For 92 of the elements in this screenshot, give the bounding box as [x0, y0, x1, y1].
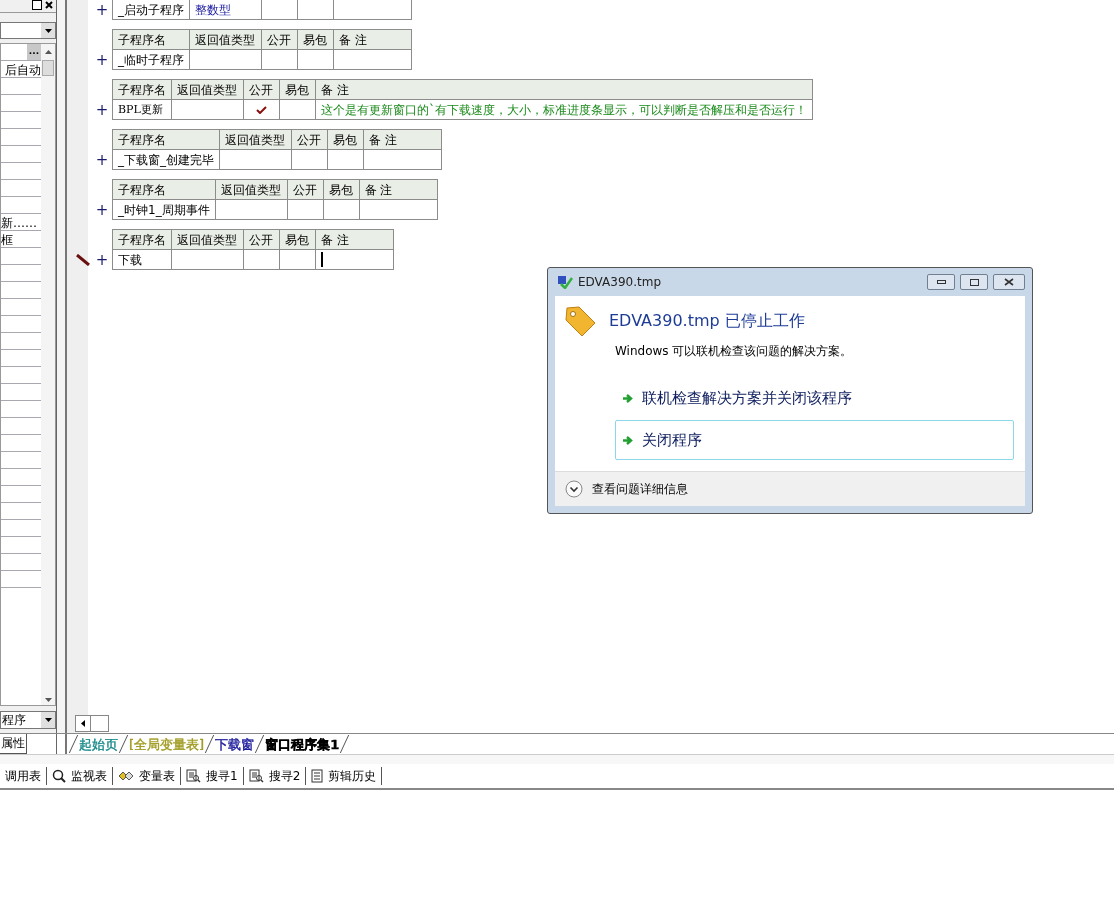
command-link[interactable]: 关闭程序	[615, 420, 1014, 460]
scroll-left-icon	[81, 719, 85, 727]
table-cell: _启动子程序	[112, 0, 190, 20]
check-icon	[256, 106, 267, 114]
column-header: 返回值类型	[171, 229, 244, 250]
table-cell: _时钟1_周期事件	[112, 199, 216, 220]
table-cell: 下载	[112, 249, 172, 270]
arrow-icon	[622, 434, 634, 446]
column-header: 公开	[243, 79, 280, 100]
object-combo[interactable]	[0, 22, 56, 39]
column-header: 易包	[327, 129, 364, 150]
document-icon	[311, 769, 324, 783]
scroll-down-icon	[44, 698, 52, 702]
maximize-button[interactable]	[32, 0, 42, 10]
type-combo[interactable]: 程序	[0, 711, 56, 729]
expand-button[interactable]: +	[95, 102, 109, 118]
expand-button[interactable]: +	[95, 52, 109, 68]
toolbar-button[interactable]: 监视表	[47, 767, 113, 785]
text-cursor	[321, 252, 323, 267]
table-cell	[297, 49, 334, 70]
column-header: 返回值类型	[189, 29, 262, 50]
column-header: 备 注	[363, 129, 442, 150]
table-cell: _临时子程序	[112, 49, 190, 70]
column-header: 子程序名	[112, 79, 172, 100]
expand-button[interactable]: +	[95, 252, 109, 268]
properties-tab[interactable]: 属性	[0, 734, 27, 754]
table-cell: _下载窗_创建完毕	[112, 149, 220, 170]
diamonds-icon	[118, 771, 134, 781]
column-header: 易包	[279, 79, 316, 100]
column-header: 返回值类型	[215, 179, 288, 200]
expand-button[interactable]: +	[95, 152, 109, 168]
dropdown-arrow-icon	[44, 28, 52, 33]
toolbar-button[interactable]: 搜寻2	[243, 767, 307, 785]
column-header: 易包	[323, 179, 360, 200]
command-link[interactable]: 联机检查解决方案并关闭该程序	[615, 378, 1014, 418]
toolbar-button[interactable]: 变量表	[113, 767, 181, 785]
close-button[interactable]	[993, 274, 1025, 290]
search-icon	[52, 769, 66, 783]
document-tab[interactable]: 下载窗	[214, 734, 256, 754]
tag-icon	[563, 304, 597, 338]
toolbar-button[interactable]: 剪辑历史	[306, 767, 383, 785]
dialog-title: EDVA390.tmp	[578, 274, 661, 291]
table-cell: 整数型	[189, 0, 262, 20]
close-icon[interactable]	[44, 0, 54, 10]
column-header: 返回值类型	[171, 79, 244, 100]
scrollbar-thumb[interactable]	[42, 60, 54, 76]
table-cell: BPL更新	[112, 99, 172, 120]
column-header: 备 注	[359, 179, 438, 200]
ellipsis-button[interactable]: ...	[27, 44, 41, 60]
arrow-icon	[622, 392, 634, 404]
column-header: 返回值类型	[219, 129, 292, 150]
column-header: 公开	[243, 229, 280, 250]
column-header: 子程序名	[112, 229, 172, 250]
column-header: 易包	[279, 229, 316, 250]
column-header: 子程序名	[112, 29, 190, 50]
column-header: 备 注	[315, 229, 394, 250]
close-icon	[1004, 278, 1014, 286]
document-tab[interactable]: 窗口程序集1	[264, 734, 341, 754]
find-icon	[248, 769, 264, 783]
horizontal-scrollbar[interactable]	[75, 714, 109, 732]
table-cell	[327, 149, 364, 170]
vertical-scrollbar[interactable]	[41, 44, 55, 705]
details-toggle[interactable]: 查看问题详细信息	[592, 480, 688, 498]
column-header: 公开	[291, 129, 328, 150]
column-header: 公开	[261, 29, 298, 50]
property-value: 新……	[1, 216, 37, 230]
property-value: 框	[1, 233, 13, 247]
column-header: 易包	[297, 29, 334, 50]
scroll-up-icon	[44, 50, 52, 54]
table-cell	[323, 199, 360, 220]
document-tab[interactable]: 起始页	[78, 734, 119, 754]
splitter[interactable]	[57, 0, 67, 733]
table-cell: 这个是有更新窗口的`有下载速度，大小，标准进度条显示，可以判断是否解压和是否运行！	[315, 99, 813, 120]
column-header: 公开	[287, 179, 324, 200]
app-icon	[557, 275, 573, 289]
dropdown-arrow-icon	[44, 718, 52, 722]
toolbar-button[interactable]: 搜寻1	[181, 767, 244, 785]
expand-button[interactable]: +	[95, 2, 109, 18]
expand-icon[interactable]	[565, 480, 583, 498]
table-cell	[297, 0, 334, 20]
property-value: 后自动	[4, 62, 41, 77]
expand-button[interactable]: +	[95, 202, 109, 218]
column-header: 备 注	[333, 29, 412, 50]
column-header: 备 注	[315, 79, 813, 100]
restore-button[interactable]	[960, 274, 988, 290]
dialog-message: Windows 可以联机检查该问题的解决方案。	[615, 343, 854, 360]
column-header: 子程序名	[112, 129, 220, 150]
column-header: 子程序名	[112, 179, 216, 200]
dialog-heading: EDVA390.tmp 已停止工作	[609, 310, 805, 332]
minimize-button[interactable]	[927, 274, 955, 290]
find-icon	[186, 769, 201, 783]
toolbar-button[interactable]: 调用表	[0, 767, 47, 785]
